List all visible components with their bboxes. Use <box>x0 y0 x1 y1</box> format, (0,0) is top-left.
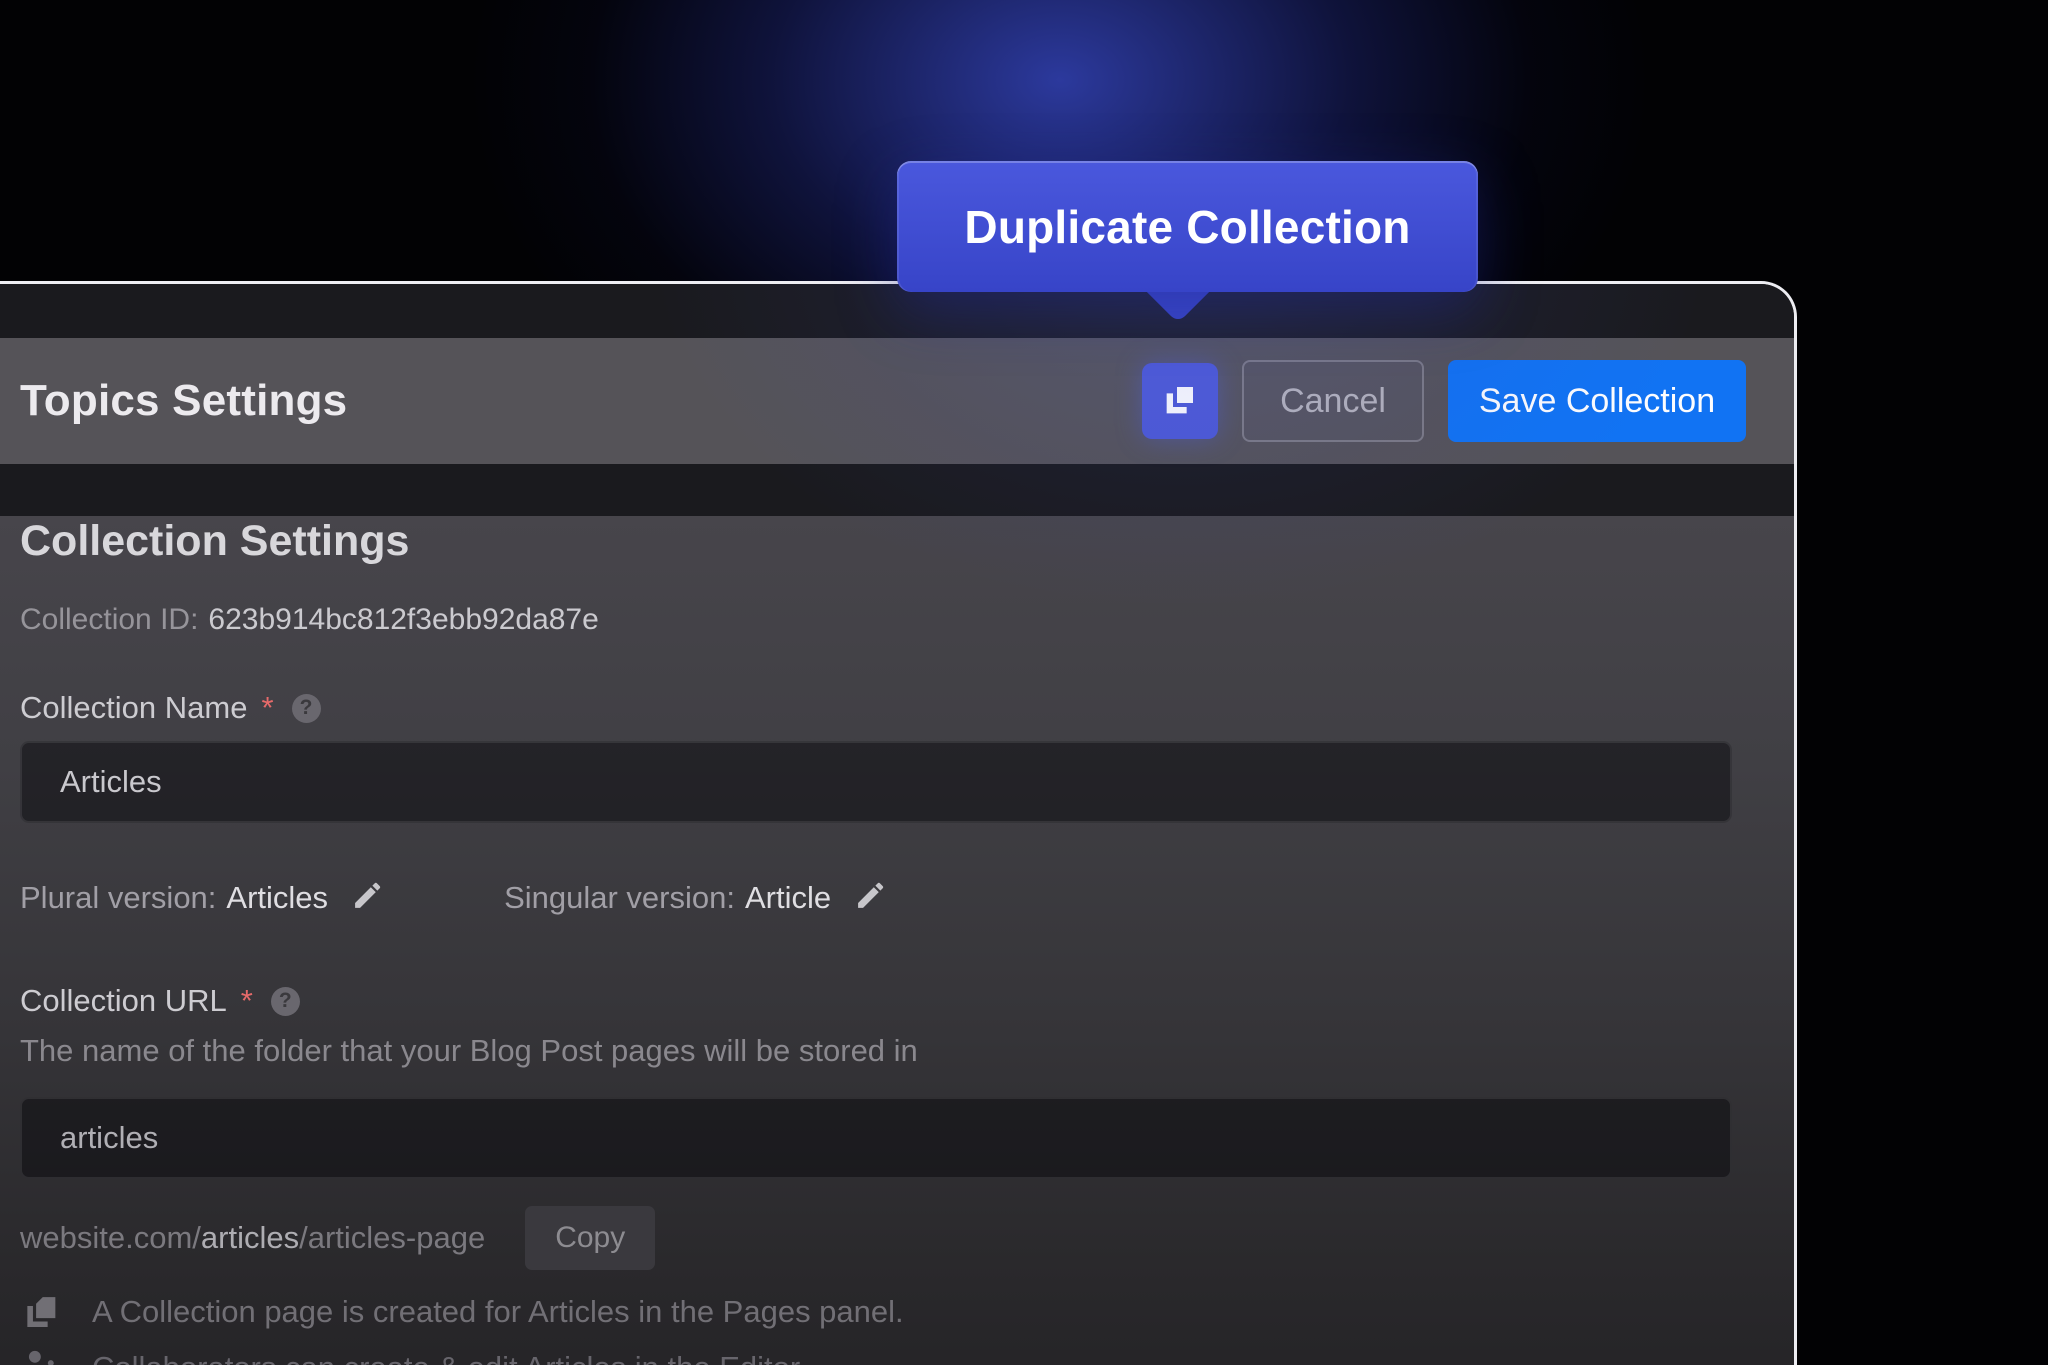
required-asterisk: * <box>241 983 253 1019</box>
duplicate-collection-button[interactable] <box>1142 363 1218 439</box>
save-collection-button[interactable]: Save Collection <box>1448 360 1746 442</box>
collection-url-description: The name of the folder that your Blog Po… <box>20 1033 1732 1069</box>
help-icon[interactable]: ? <box>292 694 321 723</box>
collection-page-icon <box>20 1291 62 1333</box>
collection-id-row: Collection ID: 623b914bc812f3ebb92da87e <box>20 602 1732 638</box>
copy-url-button[interactable]: Copy <box>525 1206 655 1270</box>
singular-version-label: Singular version: <box>504 880 735 916</box>
collection-page-note: A Collection page is created for Article… <box>20 1291 1732 1333</box>
pencil-icon <box>350 879 384 916</box>
url-preview-row: website.com/articles/articles-page Copy <box>20 1206 1732 1270</box>
collection-url-input[interactable] <box>20 1097 1732 1179</box>
section-title: Collection Settings <box>20 516 1732 566</box>
collaborators-note: Collaborators can create & edit Articles… <box>20 1347 1732 1365</box>
url-slug: articles <box>201 1220 299 1255</box>
duplicate-icon <box>1160 380 1200 423</box>
background: Duplicate Collection Topics Settings Can… <box>0 0 2048 1365</box>
page-title: Topics Settings <box>20 376 347 426</box>
url-suffix: /articles-page <box>299 1220 485 1255</box>
collaborators-icon <box>20 1347 62 1365</box>
edit-plural-button[interactable] <box>350 879 384 916</box>
singular-version-value: Article <box>745 880 831 916</box>
duplicate-collection-tooltip: Duplicate Collection <box>897 161 1478 292</box>
collection-name-label-row: Collection Name * ? <box>20 690 1732 726</box>
collection-name-label: Collection Name <box>20 690 247 726</box>
collection-id-label: Collection ID: <box>20 603 198 636</box>
collection-id-value: 623b914bc812f3ebb92da87e <box>208 603 598 636</box>
collection-url-label: Collection URL <box>20 983 227 1019</box>
collection-name-input[interactable] <box>20 741 1732 823</box>
plural-version-label: Plural version: <box>20 880 216 916</box>
cancel-button[interactable]: Cancel <box>1242 360 1424 442</box>
pencil-icon <box>853 879 887 916</box>
help-icon[interactable]: ? <box>271 987 300 1016</box>
plural-version-value: Articles <box>226 880 328 916</box>
required-asterisk: * <box>261 690 273 726</box>
url-prefix: website.com/ <box>20 1220 201 1255</box>
tooltip-label: Duplicate Collection <box>964 200 1410 254</box>
note-text: A Collection page is created for Article… <box>92 1292 904 1332</box>
name-variants-row: Plural version: Articles Singular versio… <box>20 879 1732 916</box>
collection-settings-content: Collection Settings Collection ID: 623b91… <box>0 516 1794 1365</box>
header-actions: Cancel Save Collection <box>1142 360 1746 442</box>
panel-header: Topics Settings Cancel Save Collection <box>0 338 1794 464</box>
collection-url-label-row: Collection URL * ? <box>20 983 1732 1019</box>
note-text: Collaborators can create & edit Articles… <box>92 1348 800 1365</box>
url-preview-text: website.com/articles/articles-page <box>20 1220 485 1256</box>
window-chrome-strip <box>0 284 1794 338</box>
settings-panel: Topics Settings Cancel Save Collection C… <box>0 281 1797 1365</box>
edit-singular-button[interactable] <box>853 879 887 916</box>
